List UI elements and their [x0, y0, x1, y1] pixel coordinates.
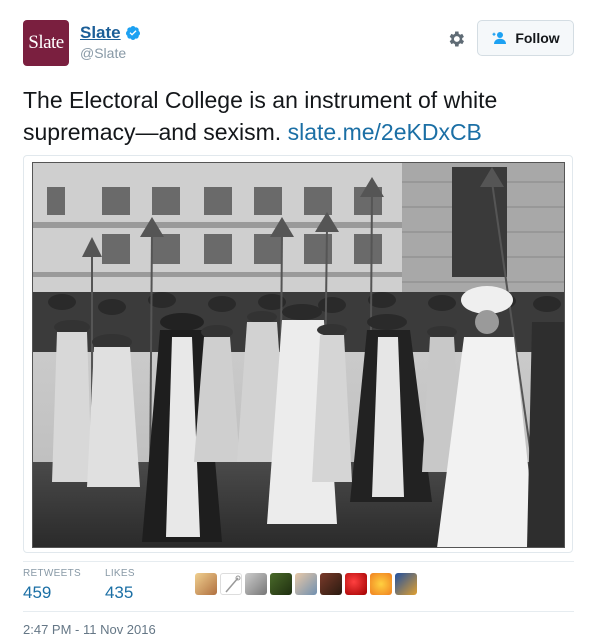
- author-block: Slate @Slate: [80, 23, 141, 61]
- tweet-header: Slate Slate @Slate Follow: [23, 20, 574, 70]
- tweet-stats: RETWEETS 459 LIKES 435: [23, 568, 159, 608]
- likes-stat[interactable]: LIKES 435: [105, 568, 135, 608]
- liker-avatar[interactable]: [195, 573, 217, 595]
- tweet-link[interactable]: slate.me/2eKDxCB: [288, 119, 482, 145]
- follow-label: Follow: [515, 30, 560, 46]
- tweet-text: The Electoral College is an instrument o…: [23, 84, 583, 148]
- liker-avatar[interactable]: [320, 573, 342, 595]
- add-user-icon: [492, 32, 507, 44]
- liker-avatar[interactable]: [270, 573, 292, 595]
- liker-avatar[interactable]: [220, 573, 242, 595]
- gear-icon[interactable]: [446, 29, 466, 49]
- tweet-photo[interactable]: [23, 155, 573, 553]
- likes-count: 435: [104, 583, 134, 602]
- liker-avatar[interactable]: [370, 573, 392, 595]
- safety-pin-icon: [225, 575, 241, 593]
- liker-avatars: [195, 573, 417, 595]
- follow-button[interactable]: Follow: [477, 20, 574, 56]
- timestamp-divider: [23, 611, 574, 612]
- tweet-timestamp[interactable]: 2:47 PM - 11 Nov 2016: [23, 622, 156, 637]
- avatar-logo-text: Slate: [28, 32, 64, 53]
- liker-avatar[interactable]: [345, 573, 367, 595]
- verified-badge-icon: [125, 26, 140, 40]
- retweets-label: RETWEETS: [23, 568, 81, 579]
- liker-avatar[interactable]: [395, 573, 417, 595]
- user-handle: @Slate: [80, 45, 127, 61]
- display-name[interactable]: Slate: [80, 23, 121, 43]
- retweets-stat[interactable]: RETWEETS 459: [23, 568, 81, 608]
- liker-avatar[interactable]: [245, 573, 267, 595]
- retweets-count: 459: [23, 583, 52, 602]
- likes-label: LIKES: [104, 568, 135, 579]
- name-row: Slate: [80, 23, 141, 43]
- stats-divider-top: [23, 561, 574, 562]
- suffragette-photo: [32, 162, 565, 548]
- avatar[interactable]: Slate: [23, 20, 69, 66]
- liker-avatar[interactable]: [295, 573, 317, 595]
